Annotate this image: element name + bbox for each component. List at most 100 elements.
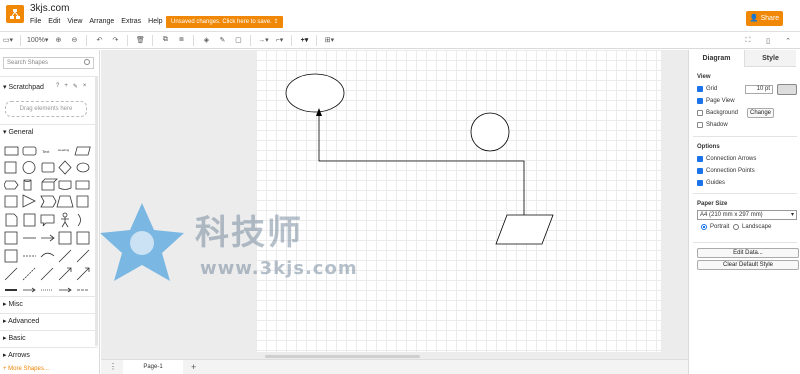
section-arrows[interactable]: ▸ Arrows [3,351,30,359]
checkbox-icon [697,122,703,128]
divider [693,193,797,194]
close-icon[interactable]: × [83,83,87,90]
toolbar-divider [86,34,88,46]
table-icon[interactable]: ⊞▾ [323,33,335,47]
menu-bar: File Edit View Arrange Extras Help [30,18,163,25]
portrait-label: Portrait [710,224,730,230]
section-misc[interactable]: ▸ Misc [3,300,23,308]
page-tabs-bar: ⋮ Page-1 + [101,359,688,374]
menu-view[interactable]: View [67,18,82,25]
grid-checkbox[interactable]: Grid [697,86,717,92]
add-page-icon[interactable]: + [191,362,196,372]
section-general[interactable]: ▾ General [3,128,33,136]
guides-checkbox[interactable]: Guides [697,180,725,186]
zoom-value: 100% [27,36,45,44]
toolbar-divider [193,34,195,46]
scratchpad-title[interactable]: ▾ Scratchpad [3,83,44,91]
change-background-button[interactable]: Change [747,108,774,118]
section-label: Arrows [8,352,30,359]
tab-style[interactable]: Style [744,50,796,67]
section-basic[interactable]: ▸ Basic [3,334,26,342]
grid-label: Grid [706,86,718,92]
more-shapes-link[interactable]: + More Shapes... [3,366,49,372]
help-icon[interactable]: ? [56,83,59,90]
chevron-down-icon: ▾ [790,212,794,218]
section-label: Advanced [8,318,40,325]
zoom-in-icon[interactable]: ⊕ [52,33,64,47]
connection-points-checkbox[interactable]: Connection Points [697,168,755,174]
connection-arrows-checkbox[interactable]: Connection Arrows [697,156,756,162]
guides-label: Guides [706,180,726,186]
tab-page-1[interactable]: Page-1 [123,360,183,374]
paper-size-heading: Paper Size [697,201,728,207]
portrait-radio[interactable]: Portrait [701,224,729,230]
shadow-checkbox[interactable]: Shadow [697,122,728,128]
edit-data-button[interactable]: Edit Data... [697,248,799,258]
clear-default-style-button[interactable]: Clear Default Style [697,260,799,270]
search-input[interactable]: Search Shapes [3,57,94,69]
watermark-logo [100,203,184,281]
edit-icon[interactable]: ✎ [73,83,78,90]
search-icon[interactable] [84,59,90,65]
page-view-checkbox[interactable]: Page View [697,98,735,104]
scratchpad-dropzone[interactable]: Drag elements here [5,101,87,117]
menu-edit[interactable]: Edit [48,18,60,25]
landscape-radio[interactable]: Landscape [733,224,771,230]
divider [0,76,98,77]
fill-color-icon[interactable]: ◈ [200,33,212,47]
app-logo-icon [6,5,24,23]
checkbox-icon [697,156,703,162]
document-title[interactable]: 3kjs.com [30,3,69,14]
section-advanced[interactable]: ▸ Advanced [3,317,39,325]
paper-size-select[interactable]: A4 (210 mm x 297 mm) ▾ [697,210,797,220]
grid-size-input[interactable]: 10 pt [745,85,773,94]
search-placeholder: Search Shapes [7,60,49,66]
checkbox-icon [697,110,703,116]
save-icon: ⇪ [273,19,279,25]
zoom-out-icon[interactable]: ⊖ [68,33,80,47]
to-back-icon[interactable]: ⧈ [175,33,187,47]
zoom-select[interactable]: 100% ▾ [27,33,48,47]
shadow-icon[interactable]: ▢ [232,33,244,47]
unsaved-changes-button[interactable]: Unsaved changes. Click here to save. ⇪ [166,16,284,28]
redo-icon[interactable]: ↷ [109,33,121,47]
menu-arrange[interactable]: Arrange [89,18,114,25]
landscape-label: Landscape [742,224,772,230]
share-button[interactable]: 👤 Share [746,11,783,26]
page-view-label: Page View [706,98,735,104]
waypoints-icon[interactable]: ⌐▾ [273,33,285,47]
shadow-label: Shadow [706,122,728,128]
menu-help[interactable]: Help [148,18,162,25]
panels-toggle-icon[interactable]: ▭▾ [2,33,14,47]
undo-icon[interactable]: ↶ [93,33,105,47]
pages-menu-icon[interactable]: ⋮ [109,362,117,371]
options-heading: Options [697,144,720,150]
insert-icon[interactable]: +▾ [298,33,310,47]
collapse-icon[interactable]: ⌃ [782,34,794,48]
background-checkbox[interactable]: Background [697,110,738,116]
tab-diagram[interactable]: Diagram [689,50,744,67]
grid-color-button[interactable] [777,84,797,95]
connection-icon[interactable]: →▾ [257,33,269,47]
add-icon[interactable]: + [64,83,68,90]
diagram-shapes [285,73,554,245]
format-panel-icon[interactable]: ▯ [762,34,774,48]
line-color-icon[interactable]: ✎ [216,33,228,47]
to-front-icon[interactable]: ⧉ [159,33,171,47]
menu-file[interactable]: File [30,18,41,25]
fullscreen-icon[interactable]: ⛶ [742,34,754,48]
general-shapes-palette[interactable]: Text Heading [4,144,92,344]
divider [0,124,98,125]
delete-icon[interactable]: 🗑 [134,33,146,47]
radio-icon [733,224,739,230]
divider [693,242,797,243]
canvas-scrollbar[interactable] [265,355,420,358]
section-label: Misc [8,301,23,308]
menu-extras[interactable]: Extras [121,18,141,25]
format-tabs: Diagram Style [689,50,800,67]
ellipse-shape [285,73,345,113]
shapes-sidebar: Search Shapes ▾ Scratchpad ? + ✎ × Drag … [0,50,100,374]
connection-arrows-label: Connection Arrows [706,156,757,162]
diagram-page[interactable] [256,50,661,352]
checkbox-icon [697,168,703,174]
